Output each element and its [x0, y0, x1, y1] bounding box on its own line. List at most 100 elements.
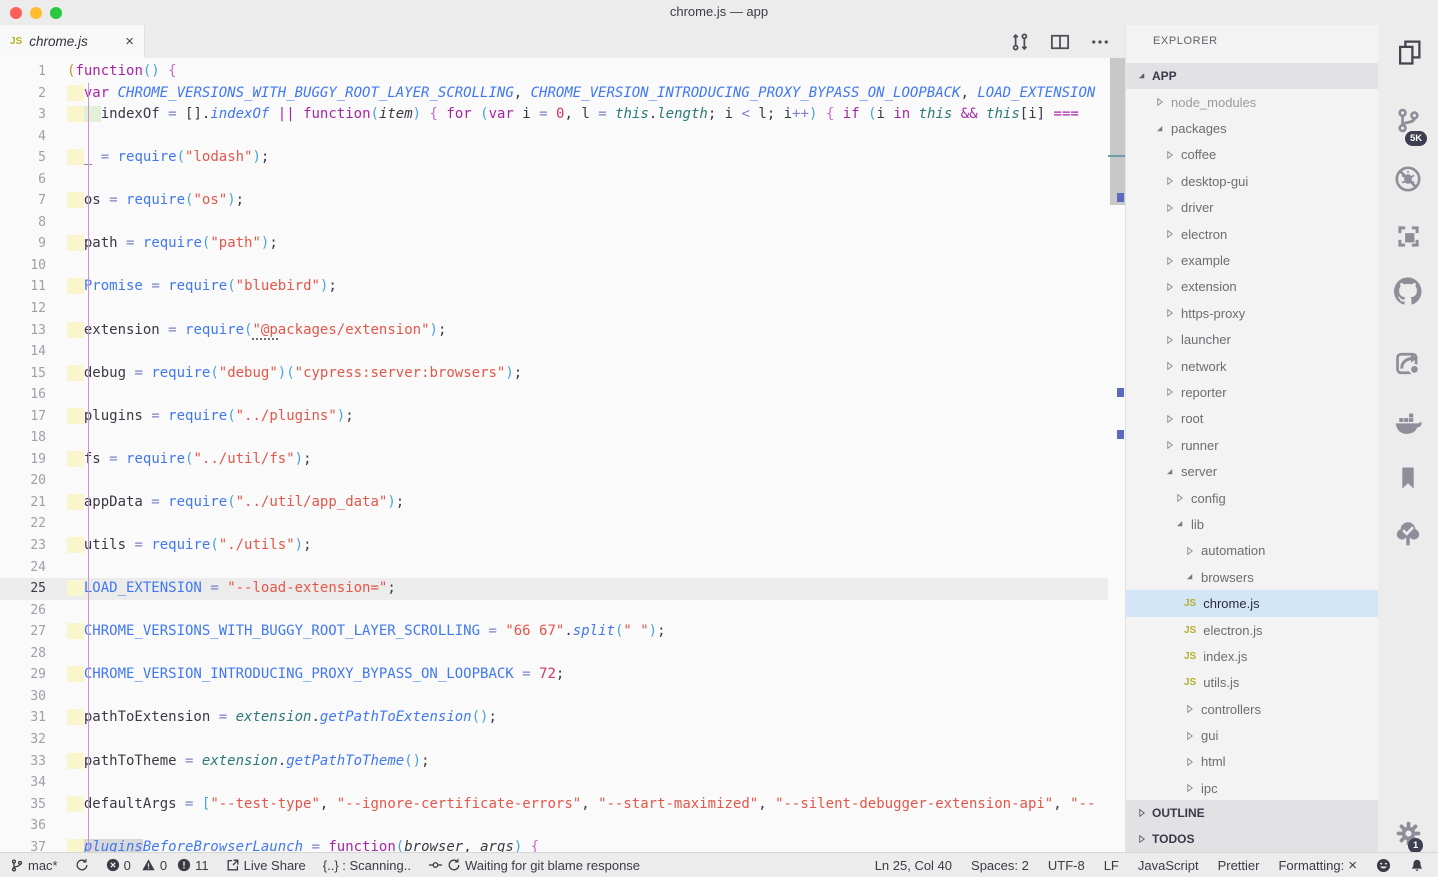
code-line-15[interactable]: 15 debug = require("debug")("cypress:ser…	[0, 363, 1108, 385]
split-editor-icon[interactable]	[1050, 32, 1070, 52]
tree-item-coffee[interactable]: coffee	[1126, 142, 1379, 168]
todo-tree-icon[interactable]	[1378, 520, 1438, 560]
open-changes-icon[interactable]	[1010, 32, 1030, 52]
tree-item-runner[interactable]: runner	[1126, 432, 1379, 458]
tree-item-driver[interactable]: driver	[1126, 195, 1379, 221]
notifications-bell-icon[interactable]	[1410, 858, 1424, 873]
code-line-30[interactable]: 30	[0, 686, 1108, 708]
live-share-status[interactable]: Live Share	[226, 858, 306, 873]
code-line-20[interactable]: 20	[0, 470, 1108, 492]
code-line-23[interactable]: 23 utils = require("./utils");	[0, 535, 1108, 557]
code-line-28[interactable]: 28	[0, 643, 1108, 665]
tree-item-utils.js[interactable]: JSutils.js	[1126, 670, 1379, 696]
code-line-8[interactable]: 8	[0, 212, 1108, 234]
eol-status[interactable]: LF	[1104, 858, 1119, 873]
tree-item-network[interactable]: network	[1126, 353, 1379, 379]
code-line-16[interactable]: 16	[0, 384, 1108, 406]
scanning-status[interactable]: {..} : Scanning..	[323, 858, 411, 873]
code-line-3[interactable]: 3 indexOf = [].indexOf || function(item)…	[0, 104, 1108, 126]
debug-disabled-icon[interactable]	[1378, 165, 1438, 205]
code-line-7[interactable]: 7 os = require("os");	[0, 190, 1108, 212]
code-line-4[interactable]: 4	[0, 126, 1108, 148]
tree-item-packages[interactable]: packages	[1126, 115, 1379, 141]
docker-icon[interactable]	[1378, 409, 1438, 449]
code-line-9[interactable]: 9 path = require("path");	[0, 233, 1108, 255]
code-line-32[interactable]: 32	[0, 729, 1108, 751]
tree-item-automation[interactable]: automation	[1126, 538, 1379, 564]
tree-item-lib[interactable]: lib	[1126, 511, 1379, 537]
tree-item-example[interactable]: example	[1126, 247, 1379, 273]
indentation-status[interactable]: Spaces: 2	[971, 858, 1029, 873]
tree-item-label: extension	[1181, 279, 1237, 294]
feedback-smiley-icon[interactable]	[1376, 858, 1391, 873]
tree-item-controllers[interactable]: controllers	[1126, 696, 1379, 722]
code-line-18[interactable]: 18	[0, 427, 1108, 449]
code-line-1[interactable]: 1(function() {	[0, 61, 1108, 83]
share-arrow-icon[interactable]	[1378, 350, 1438, 390]
code-line-13[interactable]: 13 extension = require("@packages/extens…	[0, 320, 1108, 342]
code-line-31[interactable]: 31 pathToExtension = extension.getPathTo…	[0, 707, 1108, 729]
tab-chrome-js[interactable]: JS chrome.js ×	[0, 25, 145, 58]
tree-item-root[interactable]: root	[1126, 406, 1379, 432]
tree-item-ipc[interactable]: ipc	[1126, 775, 1379, 801]
js-file-icon: JS	[10, 36, 22, 47]
code-line-36[interactable]: 36	[0, 815, 1108, 837]
code-line-34[interactable]: 34	[0, 772, 1108, 794]
bookmark-icon[interactable]	[1378, 465, 1438, 505]
code-line-14[interactable]: 14	[0, 341, 1108, 363]
cursor-position-status[interactable]: Ln 25, Col 40	[875, 858, 952, 873]
code-line-17[interactable]: 17 plugins = require("../plugins");	[0, 406, 1108, 428]
git-branch-status[interactable]: mac*	[10, 858, 58, 873]
code-line-2[interactable]: 2 var CHROME_VERSIONS_WITH_BUGGY_ROOT_LA…	[0, 83, 1108, 105]
close-tab-icon[interactable]: ×	[125, 34, 134, 49]
code-line-29[interactable]: 29 CHROME_VERSION_INTRODUCING_PROXY_BYPA…	[0, 664, 1108, 686]
problems-status[interactable]: 0 0 11	[106, 858, 209, 873]
tree-item-launcher[interactable]: launcher	[1126, 327, 1379, 353]
tree-item-index.js[interactable]: JSindex.js	[1126, 643, 1379, 669]
code-line-24[interactable]: 24	[0, 557, 1108, 579]
tree-item-extension[interactable]: extension	[1126, 274, 1379, 300]
tree-item-electron[interactable]: electron	[1126, 221, 1379, 247]
tree-item-chrome.js[interactable]: JSchrome.js	[1126, 590, 1379, 616]
code-line-10[interactable]: 10	[0, 255, 1108, 277]
tree-item-reporter[interactable]: reporter	[1126, 379, 1379, 405]
section-header-outline[interactable]: OUTLINE	[1126, 800, 1379, 826]
tree-item-browsers[interactable]: browsers	[1126, 564, 1379, 590]
code-line-35[interactable]: 35 defaultArgs = ["--test-type", "--igno…	[0, 794, 1108, 816]
code-line-21[interactable]: 21 appData = require("../util/app_data")…	[0, 492, 1108, 514]
code-line-33[interactable]: 33 pathToTheme = extension.getPathToThem…	[0, 751, 1108, 773]
code-editor[interactable]: 1(function() {2 var CHROME_VERSIONS_WITH…	[0, 58, 1125, 852]
explorer-view-icon[interactable]	[1378, 39, 1438, 79]
code-line-25[interactable]: 25 LOAD_EXTENSION = "--load-extension=";	[0, 578, 1108, 600]
code-line-22[interactable]: 22	[0, 513, 1108, 535]
more-actions-icon[interactable]	[1090, 32, 1110, 52]
encoding-status[interactable]: UTF-8	[1048, 858, 1085, 873]
tree-item-https-proxy[interactable]: https-proxy	[1126, 300, 1379, 326]
tree-item-server[interactable]: server	[1126, 458, 1379, 484]
tree-item-config[interactable]: config	[1126, 485, 1379, 511]
frame-square-icon[interactable]	[1378, 223, 1438, 263]
tree-item-electron.js[interactable]: JSelectron.js	[1126, 617, 1379, 643]
git-blame-status[interactable]: Waiting for git blame response	[428, 858, 640, 873]
code-line-11[interactable]: 11 Promise = require("bluebird");	[0, 276, 1108, 298]
code-line-12[interactable]: 12	[0, 298, 1108, 320]
tree-item-desktop-gui[interactable]: desktop-gui	[1126, 168, 1379, 194]
language-status[interactable]: JavaScript	[1138, 858, 1199, 873]
tree-item-gui[interactable]: gui	[1126, 722, 1379, 748]
editor-scrollbar[interactable]	[1110, 58, 1125, 205]
code-line-6[interactable]: 6	[0, 169, 1108, 191]
formatter-status[interactable]: Prettier	[1218, 858, 1260, 873]
formatting-status[interactable]: Formatting: ×	[1278, 857, 1357, 874]
code-line-5[interactable]: 5 _ = require("lodash");	[0, 147, 1108, 169]
sync-status[interactable]	[75, 858, 89, 872]
code-line-27[interactable]: 27 CHROME_VERSIONS_WITH_BUGGY_ROOT_LAYER…	[0, 621, 1108, 643]
code-line-37[interactable]: 37 pluginsBeforeBrowserLaunch = function…	[0, 837, 1108, 852]
section-header-todos[interactable]: TODOS	[1126, 826, 1379, 852]
github-icon[interactable]	[1378, 277, 1438, 317]
section-header-app[interactable]: APP	[1126, 63, 1379, 89]
source-control-icon[interactable]: 5K	[1378, 107, 1438, 147]
tree-item-html[interactable]: html	[1126, 749, 1379, 775]
code-line-19[interactable]: 19 fs = require("../util/fs");	[0, 449, 1108, 471]
tree-item-node_modules[interactable]: node_modules	[1126, 89, 1379, 115]
code-line-26[interactable]: 26	[0, 600, 1108, 622]
